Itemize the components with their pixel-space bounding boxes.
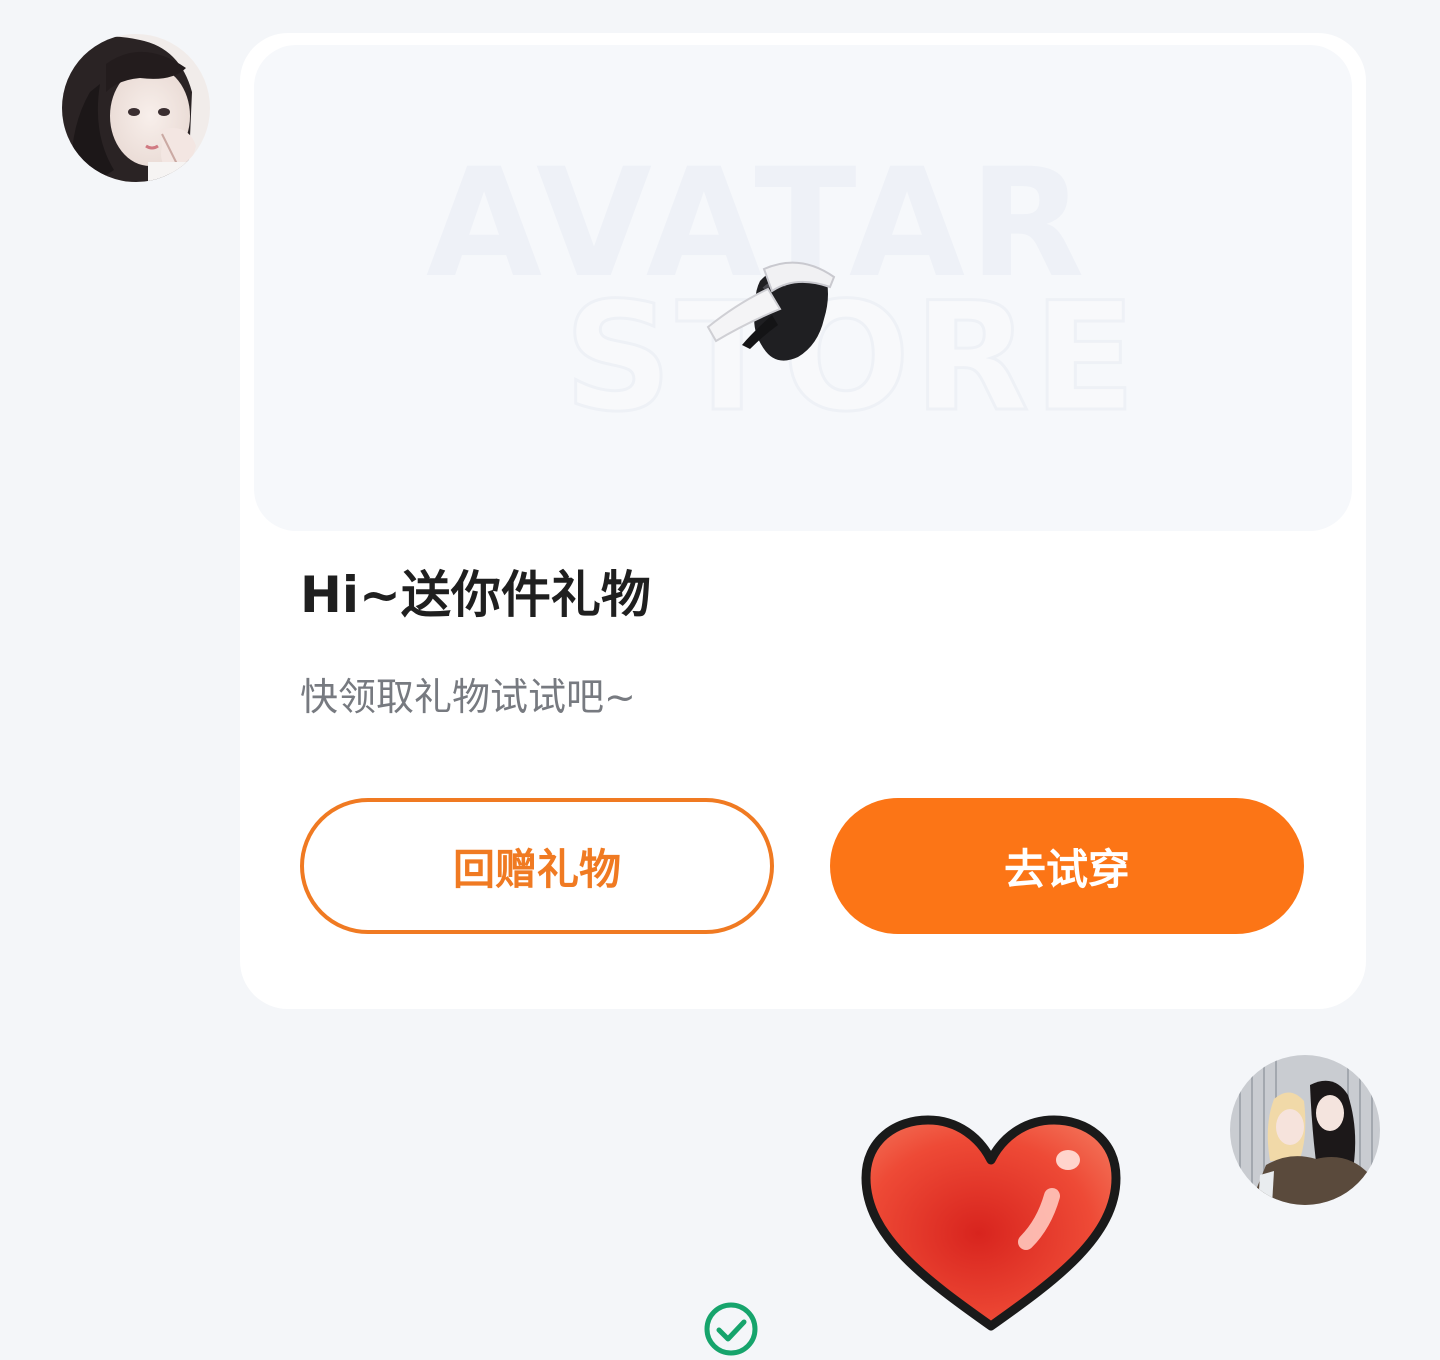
- bunny-ear-hat-icon: [706, 261, 836, 361]
- gift-message-card: AVATAR STORE Hi~送你件礼物 快领取礼物试试吧~ 回赠礼物 去试穿: [240, 33, 1366, 1009]
- avatar-store-banner: AVATAR STORE: [254, 45, 1352, 531]
- red-heart-icon: [861, 1115, 1121, 1331]
- receiver-avatar[interactable]: [1230, 1055, 1380, 1205]
- gift-subtitle: 快领取礼物试试吧~: [300, 675, 636, 719]
- sender-avatar[interactable]: [62, 34, 210, 182]
- check-circle-icon: [704, 1302, 758, 1356]
- receiver-avatar-image: [1230, 1055, 1380, 1205]
- gift-title: Hi~送你件礼物: [300, 566, 651, 624]
- try-on-button[interactable]: 去试穿: [830, 798, 1304, 934]
- sender-avatar-image: [62, 34, 210, 182]
- return-gift-button[interactable]: 回赠礼物: [300, 798, 774, 934]
- chat-screen: AVATAR STORE Hi~送你件礼物 快领取礼物试试吧~ 回赠礼物 去试穿: [0, 0, 1440, 1360]
